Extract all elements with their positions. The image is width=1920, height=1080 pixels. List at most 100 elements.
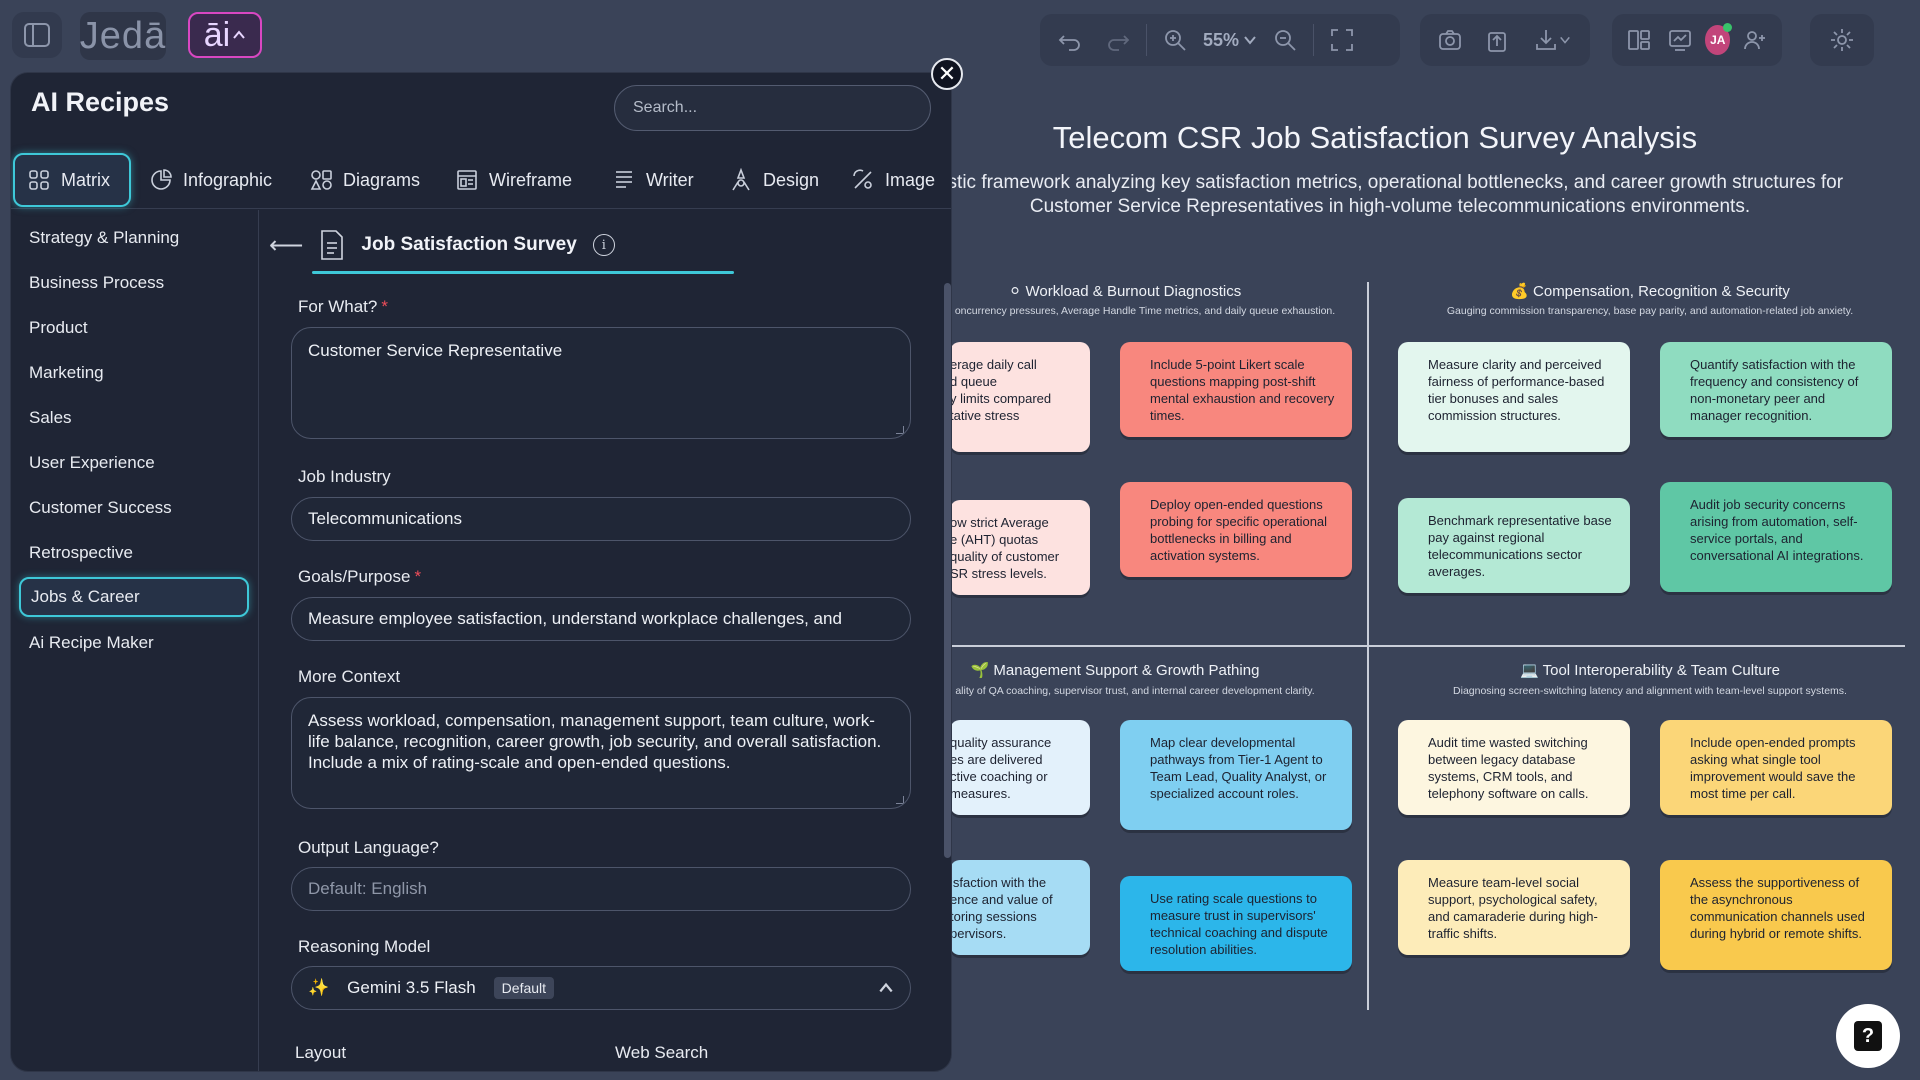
for-what-textarea[interactable]: Customer Service Representative [291,327,911,439]
edit-zoom-group: 55% [1040,14,1400,66]
language-placeholder: Default: English [308,879,428,898]
note-text: quality assurance es are delivered ctive… [950,735,1052,801]
sticky-note[interactable]: Map clear developmental pathways from Ti… [1120,720,1352,830]
sticky-note[interactable]: Audit time wasted switching between lega… [1398,720,1630,815]
sticky-note[interactable]: Measure clarity and perceived fairness o… [1398,342,1630,452]
download-button[interactable] [1525,20,1580,60]
resize-handle-icon[interactable] [896,426,904,434]
context-textarea[interactable]: Assess workload, compensation, managemen… [291,697,911,809]
note-text: isfaction with the ence and value of tor… [950,875,1053,941]
sticky-note[interactable]: Quantify satisfaction with the frequency… [1660,342,1892,437]
recipe-tabs: Matrix Infographic Diagrams Wireframe Wr… [11,151,951,209]
presentation-icon [1669,30,1692,51]
close-panel-button[interactable]: ✕ [931,58,963,90]
sidebar-item-product[interactable]: Product [19,308,249,348]
sidebar-item-jobs-career[interactable]: Jobs & Career [19,577,249,617]
user-avatar[interactable]: JA [1705,23,1733,55]
sticky-note[interactable]: Measure team-level social support, psych… [1398,860,1630,955]
sticky-note[interactable]: quality assurance es are delivered ctive… [950,720,1090,815]
shapes-icon [310,170,332,190]
zoom-in-button[interactable] [1155,20,1195,60]
note-text: Include 5-point Likert scale questions m… [1150,357,1335,423]
ai-menu-button[interactable]: āi [188,12,262,58]
sidebar-item-ai-recipe-maker[interactable]: Ai Recipe Maker [19,623,249,663]
info-icon[interactable]: i [592,234,615,256]
zoom-level-dropdown[interactable]: 55% [1203,30,1257,51]
toolbar-divider [1313,24,1315,56]
screenshot-button[interactable] [1430,20,1469,60]
web-search-label: Web Search [615,1043,709,1062]
sidebar-item-strategy-planning[interactable]: Strategy & Planning [19,218,249,258]
layout-button[interactable] [1622,20,1656,60]
sticky-note[interactable]: Deploy open-ended questions probing for … [1120,482,1352,577]
sidebar-item-customer-success[interactable]: Customer Success [19,488,249,528]
close-icon: ✕ [937,61,957,86]
recipe-search-input[interactable] [614,85,931,131]
chevron-down-icon [1244,36,1256,45]
sticky-note[interactable]: ow strict Average e (AHT) quotas quality… [950,500,1090,595]
note-text: Map clear developmental pathways from Ti… [1150,735,1327,801]
zoom-out-button[interactable] [1265,20,1305,60]
resize-handle-icon[interactable] [896,796,904,804]
language-input[interactable]: Default: English [291,867,911,911]
panel-scrollbar[interactable] [944,283,951,858]
upload-button[interactable] [1477,20,1516,60]
help-button[interactable]: ? [1836,1004,1900,1068]
industry-label: Job Industry [298,467,391,486]
sticky-note[interactable]: Benchmark representative base pay agains… [1398,498,1630,593]
recipe-category-sidebar: Strategy & Planning Business Process Pro… [11,210,259,1071]
quadrant-title: ⚪ Workload & Burnout Diagnostics [1008,283,1242,300]
sidebar-item-sales[interactable]: Sales [19,398,249,438]
tab-infographic[interactable]: Infographic [149,153,272,207]
note-text: erage daily call d queue y limits compar… [950,357,1052,423]
quadrant-subtitle: oncurrency pressures, Average Handle Tim… [954,305,1336,317]
chevron-up-icon [879,982,893,993]
undo-button[interactable] [1050,20,1090,60]
redo-button[interactable] [1098,20,1138,60]
sticky-note[interactable]: Use rating scale questions to measure tr… [1120,876,1352,971]
sidebar-item-user-experience[interactable]: User Experience [19,443,249,483]
back-arrow-icon[interactable]: ⟵ [269,231,303,260]
sticky-note[interactable]: Include open-ended prompts asking what s… [1660,720,1892,815]
zoom-in-icon [1165,30,1186,51]
jeda-logo[interactable]: Jedā [80,12,166,60]
sidebar-toggle-button[interactable] [12,12,62,58]
sticky-note[interactable]: Include 5-point Likert scale questions m… [1120,342,1352,437]
fit-screen-button[interactable] [1322,20,1362,60]
collab-group: JA [1612,14,1782,66]
tab-writer[interactable]: Writer [612,153,694,207]
tab-diagrams[interactable]: Diagrams [309,153,420,207]
for-what-value: Customer Service Representative [308,341,563,360]
tab-label: Wireframe [489,169,573,190]
tab-matrix[interactable]: Matrix [13,153,131,207]
sticky-note[interactable]: Assess the supportiveness of the asynchr… [1660,860,1892,970]
industry-input[interactable]: Telecommunications [291,497,911,541]
presentation-button[interactable] [1664,20,1698,60]
goals-input[interactable]: Measure employee satisfaction, understan… [291,597,911,641]
add-user-button[interactable] [1738,20,1772,60]
goals-label-text: Goals/Purpose [298,567,411,586]
industry-value: Telecommunications [308,509,463,528]
sticky-note[interactable]: erage daily call d queue y limits compar… [950,342,1090,452]
tab-wireframe[interactable]: Wireframe [455,153,572,207]
note-text: Include open-ended prompts asking what s… [1690,735,1856,801]
sidebar-item-business-process[interactable]: Business Process [19,263,249,303]
settings-group [1810,14,1874,66]
quadrant-subtitle: Diagnosing screen-switching latency and … [1453,685,1847,697]
tab-design[interactable]: Design [729,153,819,207]
model-value: Gemini 3.5 Flash [347,978,476,997]
form-title: Job Satisfaction Survey [361,234,577,255]
settings-button[interactable] [1822,20,1862,60]
sticky-note[interactable]: Audit job security concerns arising from… [1660,482,1892,592]
tab-image[interactable]: Image [851,153,935,207]
tab-label: Design [763,169,820,190]
top-toolbar: Jedā āi 55% JA [0,0,1920,72]
sidebar-item-marketing[interactable]: Marketing [19,353,249,393]
quadrant-subtitle: Gauging commission transparency, base pa… [1446,305,1854,317]
sidebar-toggle-icon [24,23,50,47]
sticky-note[interactable]: isfaction with the ence and value of tor… [950,860,1090,955]
model-select[interactable]: ✨ Gemini 3.5 Flash Default [291,966,911,1010]
layout-icon [1627,30,1650,50]
upload-icon [1488,32,1507,52]
sidebar-item-retrospective[interactable]: Retrospective [19,533,249,573]
